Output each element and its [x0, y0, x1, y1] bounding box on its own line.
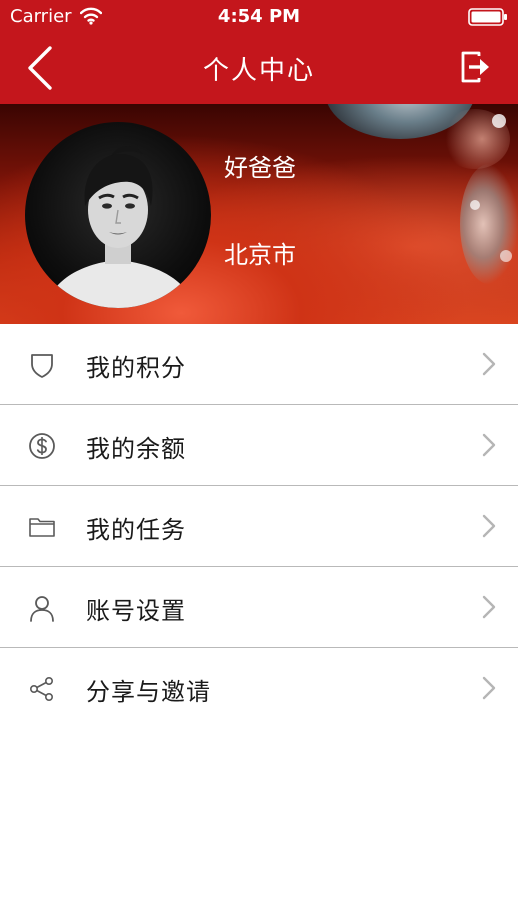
menu-item-label: 我的积分 — [86, 354, 186, 382]
menu-item-label: 账号设置 — [86, 597, 186, 625]
water-drop-decoration — [460, 164, 518, 284]
chevron-right-icon — [482, 676, 496, 700]
status-bar: Carrier 4:54 PM — [0, 0, 518, 34]
user-icon — [30, 596, 54, 622]
profile-banner: 好爸爸 北京市 — [0, 104, 518, 324]
menu-item-balance[interactable]: 我的余额 — [0, 405, 518, 486]
header-background: Carrier 4:54 PM 个人中心 — [0, 0, 518, 104]
dollar-coin-icon — [29, 433, 55, 459]
light-glint-decoration — [500, 250, 512, 262]
logout-icon[interactable] — [460, 50, 492, 84]
user-city: 北京市 — [224, 241, 296, 269]
menu-item-label: 分享与邀请 — [86, 678, 211, 706]
chevron-right-icon — [482, 352, 496, 376]
folder-icon — [29, 518, 55, 537]
menu-list: 我的积分 我的余额 我的任务 账号设置 分享与邀请 — [0, 324, 518, 729]
battery-icon — [468, 8, 507, 26]
chevron-right-icon — [482, 514, 496, 538]
page-title: 个人中心 — [202, 56, 315, 86]
menu-item-points[interactable]: 我的积分 — [0, 324, 518, 405]
menu-item-account-settings[interactable]: 账号设置 — [0, 567, 518, 648]
navigation-bar: 个人中心 — [0, 34, 518, 104]
menu-item-label: 我的余额 — [86, 435, 186, 463]
chevron-right-icon — [482, 595, 496, 619]
light-glint-decoration — [470, 200, 480, 210]
avatar-portrait — [45, 146, 195, 308]
status-time: 4:54 PM — [217, 6, 301, 27]
chevron-right-icon — [482, 433, 496, 457]
menu-item-share-invite[interactable]: 分享与邀请 — [0, 648, 518, 729]
light-glint-decoration — [492, 114, 506, 128]
avatar[interactable] — [25, 122, 211, 308]
menu-item-tasks[interactable]: 我的任务 — [0, 486, 518, 567]
shield-icon — [31, 354, 53, 378]
menu-item-label: 我的任务 — [86, 516, 186, 544]
user-name: 好爸爸 — [224, 154, 296, 182]
share-icon — [29, 676, 53, 701]
